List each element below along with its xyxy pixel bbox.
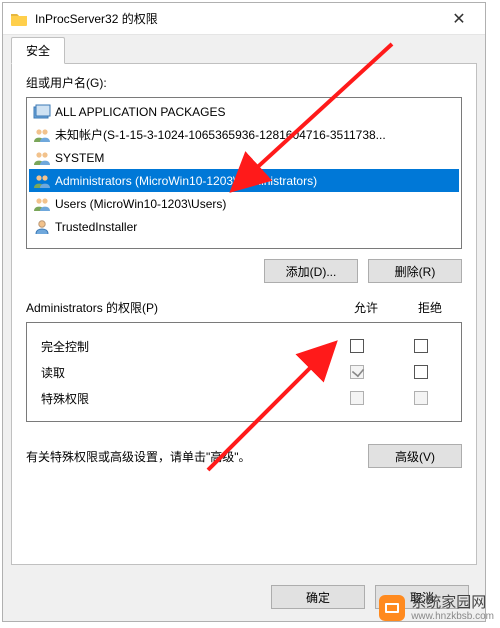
permission-name: 读取 [35,364,325,381]
principal-icon [33,104,51,120]
principal-row[interactable]: TrustedInstaller [29,215,459,238]
tabstrip: 安全 [3,35,485,63]
add-button[interactable]: 添加(D)... [264,259,358,283]
advanced-hint-text: 有关特殊权限或高级设置，请单击"高级"。 [26,448,358,465]
dialog-footer: 确定 取消 [3,573,485,621]
principal-name: SYSTEM [55,151,104,165]
principal-icon [33,196,51,212]
principal-row[interactable]: Administrators (MicroWin10-1203\Administ… [29,169,459,192]
principal-row[interactable]: ALL APPLICATION PACKAGES [29,100,459,123]
permission-row: 读取 [35,359,453,385]
deny-checkbox[interactable] [414,339,428,353]
principal-name: TrustedInstaller [55,220,137,234]
principal-name: Users (MicroWin10-1203\Users) [55,197,226,211]
deny-column-header: 拒绝 [398,299,462,316]
permissions-header: Administrators 的权限(P) 允许 拒绝 [26,299,462,316]
advanced-row: 有关特殊权限或高级设置，请单击"高级"。 高级(V) [26,444,462,468]
security-tabpage: 组或用户名(G): ALL APPLICATION PACKAGES 未知帐户(S… [11,63,477,565]
principal-icon [33,173,51,189]
close-button[interactable]: ✕ [437,4,481,34]
advanced-button[interactable]: 高级(V) [368,444,462,468]
principal-icon [33,150,51,166]
allow-checkbox [350,365,364,379]
deny-checkbox [414,391,428,405]
permissions-box: 完全控制读取特殊权限 [26,322,462,422]
principal-name: ALL APPLICATION PACKAGES [55,105,226,119]
principal-row[interactable]: SYSTEM [29,146,459,169]
window-title: InProcServer32 的权限 [35,10,437,27]
permission-row: 完全控制 [35,333,453,359]
permissions-for-label: Administrators 的权限(P) [26,299,334,316]
ok-button[interactable]: 确定 [271,585,365,609]
principals-listbox[interactable]: ALL APPLICATION PACKAGES 未知帐户(S-1-15-3-10… [26,97,462,249]
principal-row[interactable]: Users (MicroWin10-1203\Users) [29,192,459,215]
folder-icon [11,12,27,26]
principal-icon [33,127,51,143]
titlebar: InProcServer32 的权限 ✕ [3,3,485,35]
principal-name: Administrators (MicroWin10-1203\Administ… [55,174,317,188]
permission-row: 特殊权限 [35,385,453,411]
groups-label: 组或用户名(G): [26,74,462,91]
allow-column-header: 允许 [334,299,398,316]
remove-button[interactable]: 删除(R) [368,259,462,283]
cancel-button[interactable]: 取消 [375,585,469,609]
permissions-dialog: InProcServer32 的权限 ✕ 安全 组或用户名(G): ALL AP… [2,2,486,622]
allow-checkbox[interactable] [350,339,364,353]
principal-icon [33,219,51,235]
tab-security[interactable]: 安全 [11,37,65,64]
principal-buttons-row: 添加(D)... 删除(R) [26,259,462,283]
deny-checkbox[interactable] [414,365,428,379]
principal-name: 未知帐户(S-1-15-3-1024-1065365936-1281604716… [55,126,386,143]
permission-name: 特殊权限 [35,390,325,407]
allow-checkbox [350,391,364,405]
principal-row[interactable]: 未知帐户(S-1-15-3-1024-1065365936-1281604716… [29,123,459,146]
permission-name: 完全控制 [35,338,325,355]
